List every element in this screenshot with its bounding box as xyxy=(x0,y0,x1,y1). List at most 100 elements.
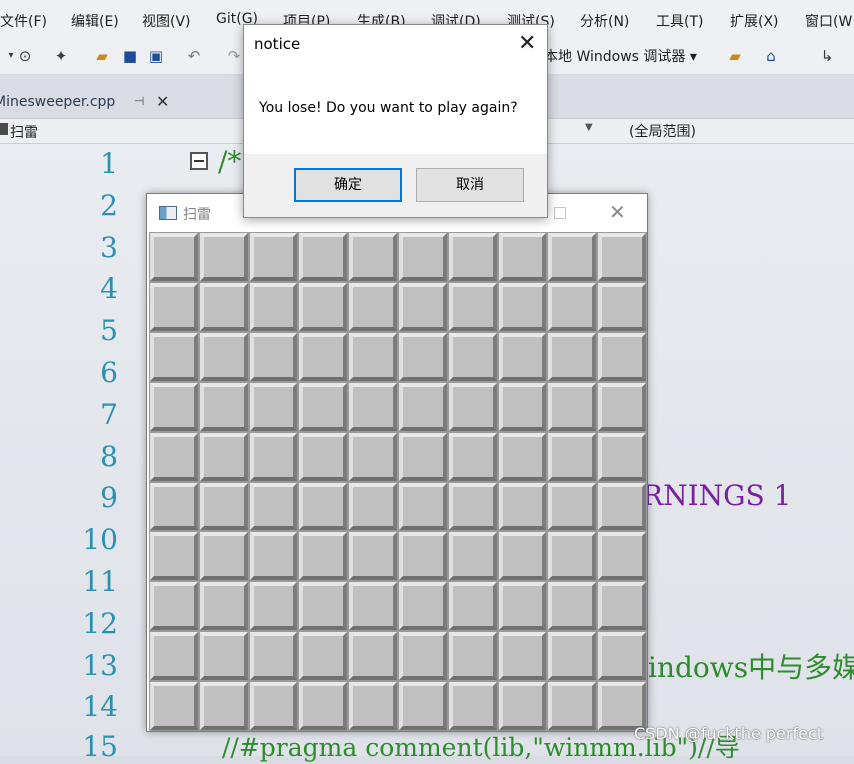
mine-cell[interactable] xyxy=(448,432,497,481)
mine-cell[interactable] xyxy=(249,482,298,531)
close-tab-icon[interactable]: ✕ xyxy=(156,92,169,111)
menu-file[interactable]: 文件(F) xyxy=(0,11,47,31)
mine-cell[interactable] xyxy=(150,582,198,631)
mine-cell[interactable] xyxy=(150,432,198,481)
save-all-icon[interactable]: ▣ xyxy=(147,47,165,65)
mine-cell[interactable] xyxy=(598,582,646,631)
mine-cell[interactable] xyxy=(199,432,248,481)
mine-cell[interactable] xyxy=(150,382,198,431)
mine-cell[interactable] xyxy=(150,233,198,281)
mine-cell[interactable] xyxy=(398,233,447,281)
mine-cell[interactable] xyxy=(548,432,597,481)
home-icon[interactable]: ⌂ xyxy=(762,47,780,65)
mine-cell[interactable] xyxy=(150,682,198,730)
mine-cell[interactable] xyxy=(448,532,497,581)
mine-cell[interactable] xyxy=(548,482,597,531)
mine-cell[interactable] xyxy=(448,682,497,730)
mine-cell[interactable] xyxy=(448,582,497,631)
mine-cell[interactable] xyxy=(398,432,447,481)
menu-window[interactable]: 窗口(W xyxy=(805,11,852,31)
mine-cell[interactable] xyxy=(249,582,298,631)
mine-cell[interactable] xyxy=(249,332,298,381)
chevron-down-icon[interactable]: ▼ xyxy=(585,122,593,133)
folder-search-icon[interactable]: ▰ xyxy=(726,47,744,65)
forward-icon[interactable]: ⊙ xyxy=(16,47,34,65)
undo-icon[interactable]: ↶ xyxy=(185,47,203,65)
mine-cell[interactable] xyxy=(498,482,547,531)
mine-cell[interactable] xyxy=(398,532,447,581)
menu-extensions[interactable]: 扩展(X) xyxy=(730,11,779,31)
scope-dropdown[interactable]: 扫雷 xyxy=(10,122,38,142)
mine-cell[interactable] xyxy=(349,233,397,281)
mine-cell[interactable] xyxy=(349,482,397,531)
mine-cell[interactable] xyxy=(150,482,198,531)
mine-cell[interactable] xyxy=(349,282,397,331)
collapse-icon[interactable] xyxy=(190,152,208,170)
mine-cell[interactable] xyxy=(548,382,597,431)
mine-cell[interactable] xyxy=(398,482,447,531)
pin-icon[interactable]: ⊣ xyxy=(134,94,144,108)
open-folder-icon[interactable]: ▰ xyxy=(93,47,111,65)
mine-cell[interactable] xyxy=(150,332,198,381)
mine-cell[interactable] xyxy=(249,632,298,681)
mine-cell[interactable] xyxy=(150,632,198,681)
mine-cell[interactable] xyxy=(299,582,348,631)
step-icon[interactable]: ↳ xyxy=(818,47,836,65)
mine-cell[interactable] xyxy=(249,532,298,581)
mine-cell[interactable] xyxy=(448,282,497,331)
mine-cell[interactable] xyxy=(398,582,447,631)
mine-cell[interactable] xyxy=(448,482,497,531)
maximize-icon[interactable] xyxy=(554,207,566,219)
mine-cell[interactable] xyxy=(398,632,447,681)
mine-cell[interactable] xyxy=(398,332,447,381)
mine-cell[interactable] xyxy=(548,682,597,730)
mine-cell[interactable] xyxy=(299,282,348,331)
global-scope-dropdown[interactable]: (全局范围) xyxy=(629,121,696,141)
mine-cell[interactable] xyxy=(448,332,497,381)
mine-cell[interactable] xyxy=(299,632,348,681)
mine-cell[interactable] xyxy=(299,332,348,381)
mine-cell[interactable] xyxy=(548,233,597,281)
mine-cell[interactable] xyxy=(398,682,447,730)
mine-cell[interactable] xyxy=(498,582,547,631)
mine-cell[interactable] xyxy=(249,282,298,331)
mine-cell[interactable] xyxy=(548,282,597,331)
mine-cell[interactable] xyxy=(199,282,248,331)
mine-cell[interactable] xyxy=(199,532,248,581)
mine-cell[interactable] xyxy=(598,432,646,481)
mine-cell[interactable] xyxy=(498,332,547,381)
mine-cell[interactable] xyxy=(598,282,646,331)
mine-cell[interactable] xyxy=(349,682,397,730)
mine-cell[interactable] xyxy=(498,682,547,730)
mine-cell[interactable] xyxy=(498,282,547,331)
mine-cell[interactable] xyxy=(349,332,397,381)
mine-cell[interactable] xyxy=(448,632,497,681)
mine-cell[interactable] xyxy=(150,282,198,331)
mine-cell[interactable] xyxy=(448,233,497,281)
mine-cell[interactable] xyxy=(548,582,597,631)
close-icon[interactable]: ✕ xyxy=(609,200,626,224)
mine-cell[interactable] xyxy=(498,382,547,431)
mine-cell[interactable] xyxy=(299,532,348,581)
ok-button[interactable]: 确定 xyxy=(294,168,402,202)
mine-cell[interactable] xyxy=(598,382,646,431)
mine-cell[interactable] xyxy=(398,382,447,431)
menu-tools[interactable]: 工具(T) xyxy=(656,11,703,31)
mine-cell[interactable] xyxy=(598,332,646,381)
menu-edit[interactable]: 编辑(E) xyxy=(71,11,119,31)
mine-cell[interactable] xyxy=(249,233,298,281)
mine-cell[interactable] xyxy=(448,382,497,431)
debugger-dropdown[interactable]: 本地 Windows 调试器 ▾ xyxy=(544,46,697,66)
mine-cell[interactable] xyxy=(150,532,198,581)
mine-cell[interactable] xyxy=(598,632,646,681)
mine-cell[interactable] xyxy=(199,682,248,730)
mine-cell[interactable] xyxy=(199,582,248,631)
mine-cell[interactable] xyxy=(548,532,597,581)
menu-analyze[interactable]: 分析(N) xyxy=(580,11,629,31)
menu-view[interactable]: 视图(V) xyxy=(142,11,191,31)
mine-cell[interactable] xyxy=(598,532,646,581)
mine-cell[interactable] xyxy=(199,233,248,281)
mine-cell[interactable] xyxy=(598,233,646,281)
mine-cell[interactable] xyxy=(299,432,348,481)
mine-cell[interactable] xyxy=(598,682,646,730)
